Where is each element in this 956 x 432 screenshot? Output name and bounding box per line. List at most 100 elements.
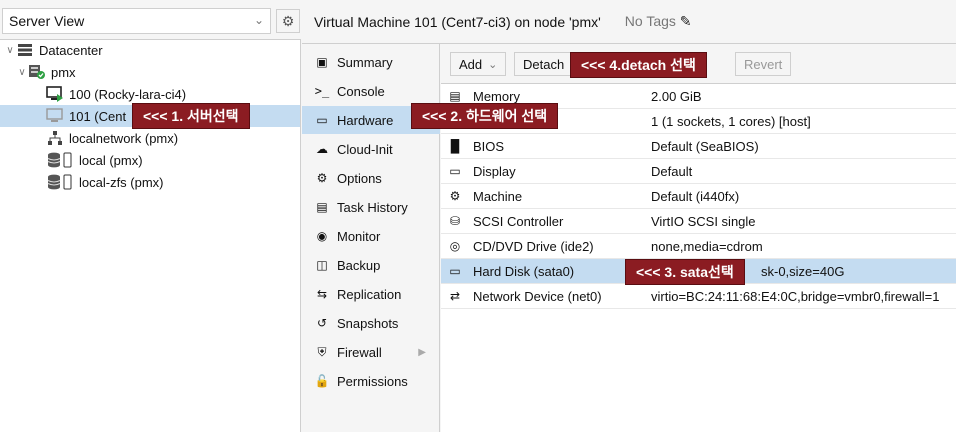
nav-label: Replication bbox=[337, 286, 402, 302]
book-icon: ▣ bbox=[316, 55, 328, 69]
tree-item-label: Datacenter bbox=[39, 42, 103, 58]
nav-task-history[interactable]: ▤ Task History bbox=[302, 193, 440, 221]
network-icon bbox=[46, 130, 64, 146]
tree-toolbar: Server View ⌄ ⚙ bbox=[0, 0, 301, 40]
nav-label: Backup bbox=[337, 257, 381, 273]
hardware-name: BIOS bbox=[473, 138, 505, 154]
collapse-icon[interactable]: ∨ bbox=[16, 67, 28, 78]
tags-editor[interactable]: No Tags ✎ bbox=[625, 13, 692, 30]
nav-cloud-init[interactable]: ☁ Cloud-Init bbox=[302, 135, 440, 163]
hardware-value: 1 (1 sockets, 1 cores) [host] bbox=[651, 113, 811, 129]
chevron-down-icon: ⌄ bbox=[253, 13, 264, 27]
storage-icon bbox=[46, 152, 74, 168]
tree-item-node-pmx[interactable]: ∨ pmx bbox=[0, 61, 300, 83]
retweet-icon: ⇆ bbox=[316, 287, 328, 301]
tree-item-label: local (pmx) bbox=[79, 152, 143, 168]
gear-icon: ⚙ bbox=[316, 171, 328, 185]
tree-item-label: pmx bbox=[51, 64, 76, 80]
hardware-row-display[interactable]: ▭ Display Default bbox=[441, 159, 956, 184]
hardware-row-machine[interactable]: ⚙ Machine Default (i440fx) bbox=[441, 184, 956, 209]
cogs-icon: ⚙ bbox=[449, 189, 461, 203]
gear-icon[interactable]: ⚙ bbox=[276, 9, 300, 33]
history-icon: ↺ bbox=[316, 316, 328, 330]
nav-replication[interactable]: ⇆ Replication bbox=[302, 280, 440, 308]
hardware-row-cdrom[interactable]: ◎ CD/DVD Drive (ide2) none,media=cdrom bbox=[441, 234, 956, 259]
hardware-name: Display bbox=[473, 163, 516, 179]
tree-item-label: 100 (Rocky-lara-ci4) bbox=[69, 86, 187, 102]
hardware-value: virtio=BC:24:11:68:E4:0C,bridge=vmbr0,fi… bbox=[651, 288, 940, 304]
hardware-value: Default bbox=[651, 163, 693, 179]
add-button-label: Add bbox=[459, 56, 483, 72]
hardware-value: sk-0,size=40G bbox=[761, 263, 845, 279]
nav-label: Console bbox=[337, 83, 385, 99]
hardware-value: VirtIO SCSI single bbox=[651, 213, 756, 229]
nav-label: Summary bbox=[337, 54, 393, 70]
hardware-value: none,media=cdrom bbox=[651, 238, 763, 254]
tree-item-label: localnetwork (pmx) bbox=[69, 130, 179, 146]
cloud-icon: ☁ bbox=[316, 142, 328, 156]
hardware-value: Default (i440fx) bbox=[651, 188, 740, 204]
nav-label: Hardware bbox=[337, 112, 394, 128]
hardware-value: Default (SeaBIOS) bbox=[651, 138, 759, 154]
floppy-icon: ◫ bbox=[316, 258, 328, 272]
tree-item-storage-local-zfs[interactable]: local-zfs (pmx) bbox=[0, 171, 300, 193]
display-icon: ▭ bbox=[449, 164, 461, 178]
hardware-row-network[interactable]: ⇄ Network Device (net0) virtio=BC:24:11:68… bbox=[441, 284, 956, 309]
hardware-name: CD/DVD Drive (ide2) bbox=[473, 238, 594, 254]
nav-label: Task History bbox=[337, 199, 408, 215]
nav-label: Cloud-Init bbox=[337, 141, 393, 157]
page-title: Virtual Machine 101 (Cent7-ci3) on node … bbox=[314, 13, 601, 30]
shield-icon: ⛨ bbox=[317, 344, 327, 359]
terminal-icon: >_ bbox=[314, 84, 330, 98]
view-select-value: Server View bbox=[9, 13, 85, 29]
database-icon: ⛁ bbox=[449, 214, 461, 228]
storage-icon bbox=[46, 174, 74, 190]
content-header: Virtual Machine 101 (Cent7-ci3) on node … bbox=[302, 0, 956, 44]
nav-console[interactable]: >_ Console bbox=[302, 77, 440, 105]
revert-button[interactable]: Revert bbox=[735, 52, 792, 76]
tree-item-storage-local[interactable]: local (pmx) bbox=[0, 149, 300, 171]
detach-button-label: Detach bbox=[523, 56, 565, 72]
unlock-icon: 🔓 bbox=[314, 374, 330, 388]
hardware-row-scsi-controller[interactable]: ⛁ SCSI Controller VirtIO SCSI single bbox=[441, 209, 956, 234]
tree-item-localnetwork[interactable]: localnetwork (pmx) bbox=[0, 127, 300, 149]
nav-label: Snapshots bbox=[337, 315, 399, 331]
vm-running-icon bbox=[46, 86, 64, 102]
tree-item-vm-100[interactable]: 100 (Rocky-lara-ci4) bbox=[0, 83, 300, 105]
hardware-value: 2.00 GiB bbox=[651, 88, 702, 104]
hardware-name: Network Device (net0) bbox=[473, 288, 602, 304]
nav-label: Firewall bbox=[337, 344, 382, 360]
memory-icon: ▤ bbox=[449, 89, 461, 103]
revert-button-label: Revert bbox=[744, 56, 783, 72]
nav-label: Options bbox=[337, 170, 382, 186]
hdd-icon: ▭ bbox=[449, 264, 461, 278]
add-button[interactable]: Add ⌄ bbox=[450, 52, 507, 76]
detach-button[interactable]: Detach bbox=[514, 52, 574, 76]
tree-item-datacenter[interactable]: ∨ Datacenter bbox=[0, 39, 300, 61]
collapse-icon[interactable]: ∨ bbox=[4, 45, 16, 56]
nav-summary[interactable]: ▣ Summary bbox=[302, 48, 440, 76]
nav-snapshots[interactable]: ↺ Snapshots bbox=[302, 309, 440, 337]
nav-monitor[interactable]: ◉ Monitor bbox=[302, 222, 440, 250]
view-select[interactable]: Server View ⌄ bbox=[2, 8, 271, 34]
chevron-right-icon[interactable]: ▶ bbox=[418, 347, 426, 358]
pencil-icon[interactable]: ✎ bbox=[680, 13, 692, 29]
nav-options[interactable]: ⚙ Options bbox=[302, 164, 440, 192]
annotation-step-4: <<< 4.detach 선택 bbox=[570, 52, 707, 78]
hardware-row-bios[interactable]: █ BIOS Default (SeaBIOS) bbox=[441, 134, 956, 159]
nav-backup[interactable]: ◫ Backup bbox=[302, 251, 440, 279]
eye-icon: ◉ bbox=[316, 229, 328, 243]
nav-firewall[interactable]: ⛨ Firewall ▶ bbox=[302, 338, 440, 366]
annotation-step-3: <<< 3. sata선택 bbox=[625, 259, 745, 285]
nav-permissions[interactable]: 🔓 Permissions bbox=[302, 367, 440, 395]
hardware-grid: ▤ Memory 2.00 GiB 1 (1 sockets, 1 cores) [… bbox=[441, 84, 956, 432]
desktop-icon: ▭ bbox=[316, 113, 328, 127]
tree-item-label: 101 (Cent bbox=[69, 108, 127, 124]
resource-tree-panel: Server View ⌄ ⚙ ∨ Datacenter ∨ pmx 100 (… bbox=[0, 0, 301, 432]
list-icon: ▤ bbox=[316, 200, 328, 214]
annotation-step-2: <<< 2. 하드웨어 선택 bbox=[411, 103, 559, 129]
vm-stopped-icon bbox=[46, 108, 64, 124]
tree-item-label: local-zfs (pmx) bbox=[79, 174, 164, 190]
node-online-icon bbox=[28, 64, 46, 80]
cdrom-icon: ◎ bbox=[449, 239, 461, 253]
